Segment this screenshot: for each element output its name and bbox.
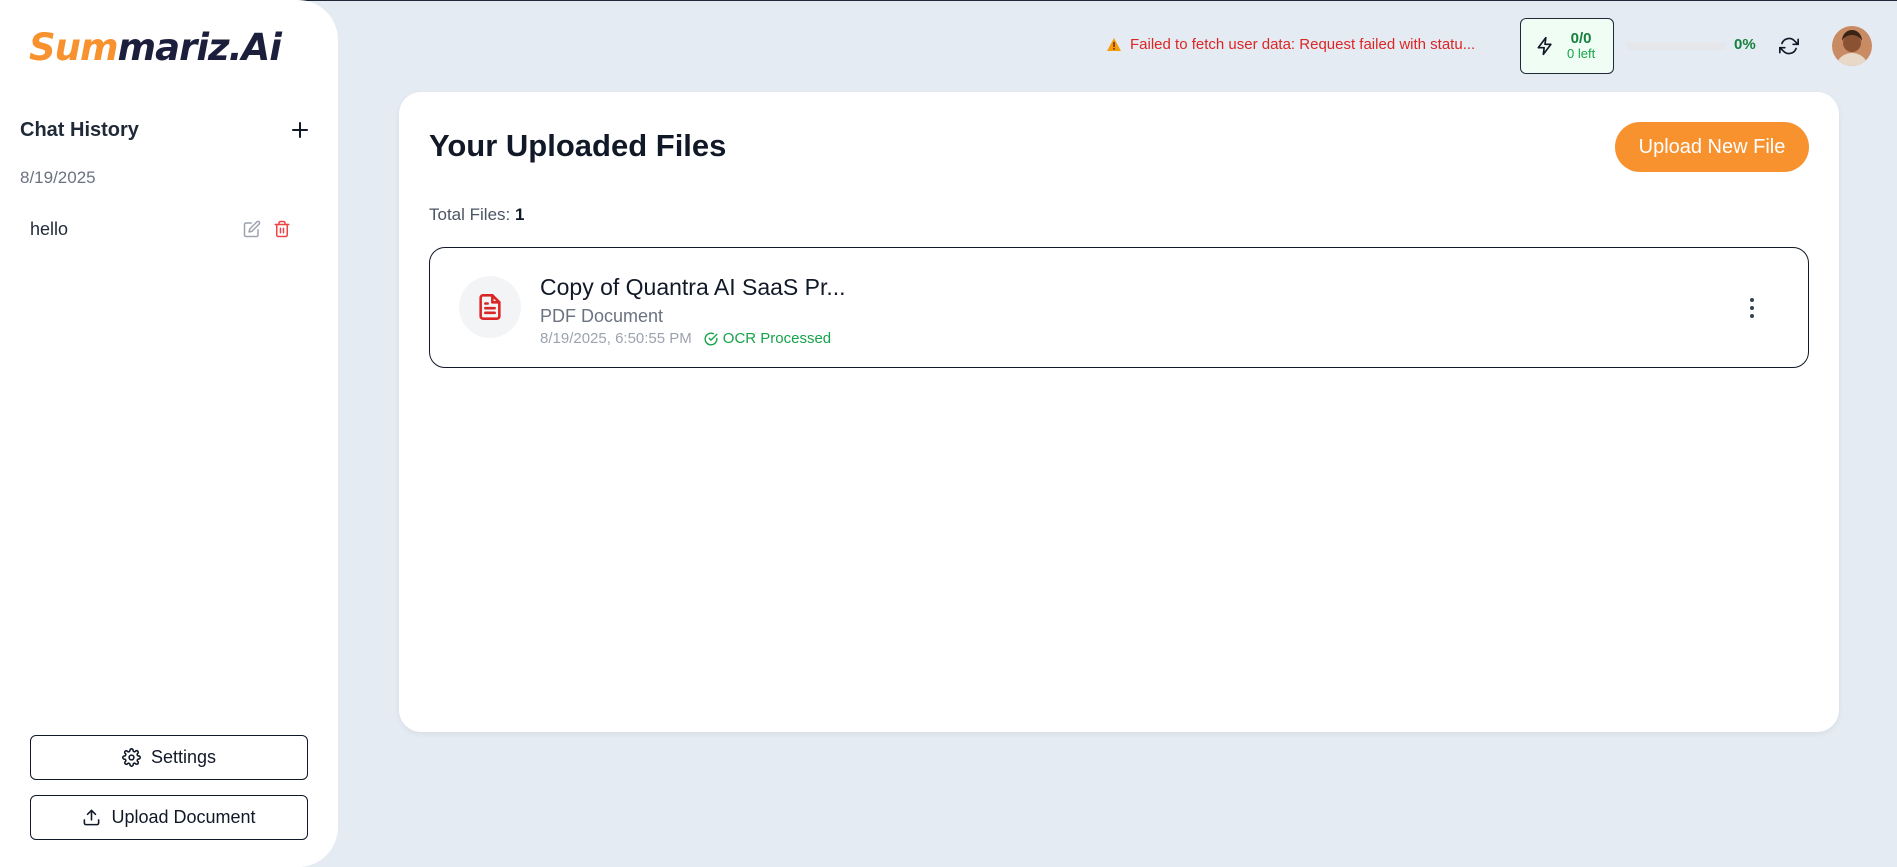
- file-meta: 8/19/2025, 6:50:55 PM OCR Processed: [540, 330, 831, 347]
- upload-icon: [84, 809, 100, 826]
- upload-document-label: Upload Document: [111, 807, 256, 827]
- logo-part-1: Sum: [29, 26, 119, 69]
- new-chat-button[interactable]: [288, 118, 312, 142]
- delete-chat-button[interactable]: [272, 219, 292, 239]
- total-files: Total Files: 1: [429, 205, 524, 225]
- user-avatar-image: [1832, 26, 1872, 66]
- chat-history-header: Chat History: [20, 118, 312, 142]
- chat-item-label: hello: [30, 218, 69, 239]
- check-circle-icon: [704, 332, 718, 345]
- chat-date-group: 8/19/2025: [20, 168, 96, 187]
- file-name: Copy of Quantra AI SaaS Pr...: [540, 274, 846, 300]
- app-logo[interactable]: Sum mariz.Ai: [29, 26, 282, 70]
- file-list-item[interactable]: Copy of Quantra AI SaaS Pr... PDF Docume…: [429, 247, 1809, 368]
- page-title: Your Uploaded Files: [429, 128, 727, 163]
- chat-item-actions: [242, 219, 292, 239]
- ocr-status-badge: OCR Processed: [704, 330, 831, 347]
- settings-label: Settings: [150, 747, 217, 767]
- edit-icon: [243, 220, 261, 238]
- error-text: Failed to fetch user data: Request faile…: [1130, 36, 1476, 53]
- file-icon-wrapper: [459, 276, 521, 338]
- trash-icon: [274, 220, 290, 238]
- plus-icon: [292, 122, 308, 138]
- file-more-options-button[interactable]: [1740, 294, 1764, 322]
- total-files-label: Total Files:: [429, 205, 511, 224]
- file-date: 8/19/2025, 6:50:55 PM: [540, 330, 692, 347]
- total-files-count: 1: [514, 205, 525, 224]
- sidebar: Sum mariz.Ai Chat History 8/19/2025 hello…: [0, 0, 338, 867]
- usage-progress-label: 0%: [1734, 36, 1756, 53]
- gear-icon: [122, 748, 141, 767]
- logo-part-2: mariz.Ai: [117, 26, 282, 69]
- more-vertical-icon-dot: [1750, 298, 1754, 302]
- file-type: PDF Document: [540, 306, 664, 326]
- error-banner: Failed to fetch user data: Request faile…: [1106, 36, 1475, 53]
- upload-new-file-button[interactable]: Upload New File: [1615, 122, 1809, 172]
- credits-left: 0 left: [1567, 46, 1596, 62]
- uploaded-files-card: Your Uploaded Files Upload New File Tota…: [399, 92, 1839, 732]
- file-text-icon: [479, 294, 501, 320]
- bolt-icon: [1537, 36, 1552, 56]
- refresh-button[interactable]: [1776, 33, 1802, 59]
- warning-icon: [1107, 38, 1121, 51]
- chat-item[interactable]: hello: [20, 212, 292, 246]
- upload-document-button[interactable]: Upload Document: [30, 795, 308, 840]
- more-vertical-icon-dot: [1750, 306, 1754, 310]
- credits-count: 0/0: [1570, 29, 1592, 47]
- usage-progress-bar: [1626, 42, 1726, 50]
- settings-button[interactable]: Settings: [30, 735, 308, 780]
- ocr-status-label: OCR Processed: [722, 330, 832, 347]
- more-vertical-icon-dot: [1750, 314, 1754, 318]
- chat-history-title: Chat History: [20, 118, 139, 141]
- edit-chat-button[interactable]: [242, 219, 262, 239]
- credits-indicator[interactable]: 0/0 0 left: [1520, 18, 1614, 74]
- user-avatar[interactable]: [1832, 26, 1872, 66]
- refresh-icon: [1779, 37, 1799, 55]
